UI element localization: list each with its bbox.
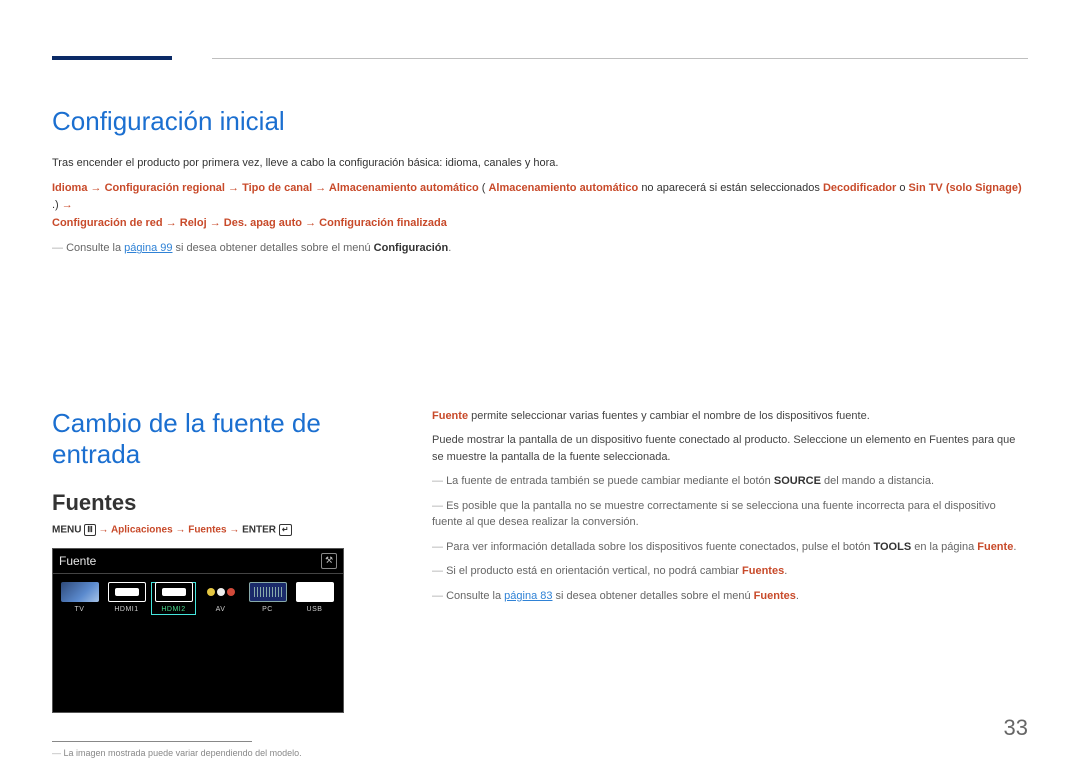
source-item-usb[interactable]: USB xyxy=(292,582,337,615)
section2-right-column: Fuente permite seleccionar varias fuente… xyxy=(432,408,1028,758)
path-tipo-canal: Tipo de canal xyxy=(242,182,312,194)
section2-left-column: Cambio de la fuente de entrada Fuentes M… xyxy=(52,408,392,758)
note-mid: si desea obtener detalles sobre el menú xyxy=(176,242,374,254)
source-item-hdmi1[interactable]: HDMI1 xyxy=(104,582,149,615)
source-panel-title: Fuente xyxy=(59,554,96,568)
d4-pre: Si el producto está en orientación verti… xyxy=(446,565,742,577)
d5-bold-fuentes: Fuentes xyxy=(754,590,796,602)
d5-mid: si desea obtener detalles sobre el menú xyxy=(556,590,754,602)
source-item-av[interactable]: AV xyxy=(198,582,243,615)
path-note-mid: no aparecerá si están seleccionados xyxy=(641,182,823,194)
path-almacenamiento: Almacenamiento automático xyxy=(329,182,479,194)
d3-post: . xyxy=(1013,541,1016,553)
right-d3: Para ver información detallada sobre los… xyxy=(432,539,1028,556)
section2-subtitle: Fuentes xyxy=(52,490,392,516)
d4-bold-fuentes: Fuentes xyxy=(742,565,784,577)
d1-pre: La fuente de entrada también se puede ca… xyxy=(446,475,774,487)
section1-intro: Tras encender el producto por primera ve… xyxy=(52,155,1028,172)
path-config-regional: Configuración regional xyxy=(105,182,225,194)
note-post: . xyxy=(448,242,451,254)
path-reloj: Reloj xyxy=(180,217,207,229)
menupath-menu: MENU xyxy=(52,525,84,536)
section2-title: Cambio de la fuente de entrada xyxy=(52,408,392,470)
source-item-tv[interactable]: TV xyxy=(57,582,102,615)
source-label: PC xyxy=(245,606,290,613)
d5-post: . xyxy=(796,590,799,602)
right-d5: Consulte la página 83 si desea obtener d… xyxy=(432,588,1028,605)
tools-icon[interactable]: ⚒ xyxy=(321,553,337,569)
path-note-open: ( xyxy=(482,182,486,194)
setup-path: Idioma → Configuración regional → Tipo d… xyxy=(52,180,1028,233)
section2-columns: Cambio de la fuente de entrada Fuentes M… xyxy=(52,408,1028,758)
footnote: La imagen mostrada puede variar dependie… xyxy=(52,748,392,758)
source-label: HDMI2 xyxy=(151,606,196,613)
source-row: TV HDMI1 HDMI2 AV xyxy=(53,574,343,623)
d3-pre: Para ver información detallada sobre los… xyxy=(446,541,873,553)
pc-icon xyxy=(249,582,287,602)
d3-bold-tools: TOOLS xyxy=(873,541,911,553)
path-note-decodificador: Decodificador xyxy=(823,182,896,194)
path-note-or: o xyxy=(899,182,908,194)
header-rule xyxy=(52,52,1028,66)
link-pagina-83[interactable]: página 83 xyxy=(504,590,552,602)
d1-bold-source: SOURCE xyxy=(774,475,821,487)
d3-mid: en la página xyxy=(914,541,977,553)
path-config-finalizada: Configuración finalizada xyxy=(319,217,447,229)
source-label: AV xyxy=(198,606,243,613)
source-item-pc[interactable]: PC xyxy=(245,582,290,615)
enter-icon: ↵ xyxy=(279,524,292,536)
link-pagina-99[interactable]: página 99 xyxy=(124,242,172,254)
header-accent-bar xyxy=(52,56,172,60)
usb-icon xyxy=(296,582,334,602)
menupath-aplicaciones: Aplicaciones xyxy=(111,525,173,536)
footnote-separator xyxy=(52,741,252,742)
d5-pre: Consulte la xyxy=(446,590,504,602)
path-note-bold: Almacenamiento automático xyxy=(488,182,638,194)
section1-title: Configuración inicial xyxy=(52,106,1028,137)
source-panel-header: Fuente ⚒ xyxy=(53,549,343,574)
right-d4: Si el producto está en orientación verti… xyxy=(432,563,1028,580)
right-p2: Puede mostrar la pantalla de un disposit… xyxy=(432,432,1028,465)
note-bold: Configuración xyxy=(374,242,449,254)
right-d2: Es posible que la pantalla no se muestre… xyxy=(432,498,1028,531)
source-panel: Fuente ⚒ TV HDMI1 HDMI2 xyxy=(52,548,344,713)
note-pre: Consulte la xyxy=(66,242,124,254)
tv-icon xyxy=(61,582,99,602)
right-p1-bold: Fuente xyxy=(432,410,468,422)
path-config-red: Configuración de red xyxy=(52,217,163,229)
section1-note: Consulte la página 99 si desea obtener d… xyxy=(52,240,1028,258)
right-p1-text: permite seleccionar varias fuentes y cam… xyxy=(468,410,870,422)
path-idioma: Idioma xyxy=(52,182,87,194)
source-label: HDMI1 xyxy=(104,606,149,613)
path-note-sintv: Sin TV (solo Signage) xyxy=(909,182,1022,194)
hdmi-icon xyxy=(108,582,146,602)
hdmi-icon xyxy=(155,582,193,602)
menu-icon: Ⅲ xyxy=(84,524,96,536)
source-label: TV xyxy=(57,606,102,613)
menupath-fuentes: Fuentes xyxy=(188,525,226,536)
right-p1: Fuente permite seleccionar varias fuente… xyxy=(432,408,1028,425)
d3-bold-fuente: Fuente xyxy=(977,541,1013,553)
page-container: Configuración inicial Tras encender el p… xyxy=(0,0,1080,763)
header-divider xyxy=(212,58,1028,59)
path-des-apag: Des. apag auto xyxy=(224,217,302,229)
page-number: 33 xyxy=(1004,715,1028,741)
path-note-close: .) xyxy=(52,199,59,211)
d4-post: . xyxy=(784,565,787,577)
source-label: USB xyxy=(292,606,337,613)
menupath-enter: ENTER xyxy=(242,525,276,536)
menu-path: MENU Ⅲ → Aplicaciones → Fuentes → ENTER … xyxy=(52,524,392,536)
d1-post: del mando a distancia. xyxy=(824,475,934,487)
source-item-hdmi2[interactable]: HDMI2 xyxy=(151,582,196,615)
av-icon xyxy=(202,582,240,602)
right-d1: La fuente de entrada también se puede ca… xyxy=(432,473,1028,490)
